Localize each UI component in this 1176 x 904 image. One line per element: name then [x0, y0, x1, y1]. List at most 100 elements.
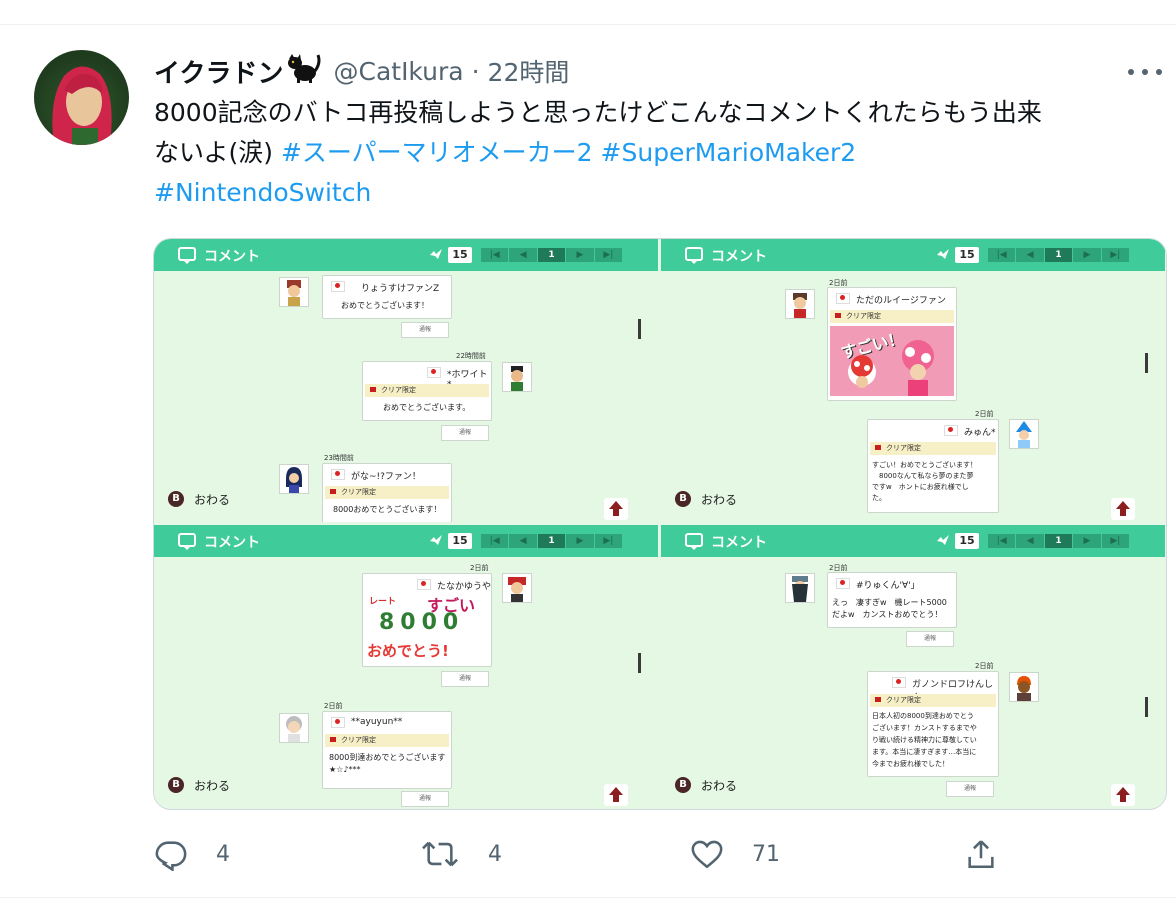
- top-divider: [0, 24, 1176, 25]
- avatar-figure-icon: [52, 66, 112, 145]
- comment-screenshot[interactable]: コメント 15 |◀ ◀ 1 ▶ ▶| 2日前 たなかゆうや レート すごい 8000 …: [154, 525, 658, 808]
- commenter-name: みゅん*: [964, 428, 996, 438]
- hashtag-link[interactable]: #スーパーマリオメーカー2: [281, 138, 593, 167]
- tweet-time[interactable]: 22時間: [488, 53, 570, 89]
- tweet-actions: 4 4 71: [154, 832, 1164, 876]
- commenter-name: #りゅくん'∀'」: [856, 581, 920, 591]
- close-label: おわる: [701, 492, 738, 507]
- pager-first: |◀: [481, 534, 510, 548]
- japan-flag-icon: [944, 425, 958, 436]
- report-button[interactable]: 通報: [441, 671, 489, 687]
- b-button-icon: B: [675, 491, 691, 507]
- close-label: おわる: [194, 778, 231, 793]
- report-button[interactable]: 通報: [401, 791, 449, 807]
- bird-icon: [937, 535, 949, 545]
- b-button-icon: B: [168, 491, 184, 507]
- chat-bubble-icon: [685, 533, 703, 550]
- hashtag-link[interactable]: #NintendoSwitch: [154, 178, 371, 207]
- scrollbar-thumb[interactable]: [1145, 697, 1148, 717]
- reply-button[interactable]: 4: [154, 832, 230, 876]
- comment-card: たなかゆうや レート すごい 8000 おめでとう!: [362, 573, 492, 667]
- commenter-name: りょうすけファンZ: [361, 284, 440, 294]
- more-options-icon[interactable]: [1128, 60, 1162, 84]
- report-button[interactable]: 通報: [906, 631, 954, 647]
- pager-current: 1: [1044, 534, 1074, 548]
- pager-next: ▶: [1073, 534, 1102, 548]
- scroll-up-icon[interactable]: [1111, 784, 1135, 806]
- close-comments-button[interactable]: B おわる: [675, 489, 737, 509]
- comment-header-title: コメント: [204, 535, 260, 551]
- pager-current: 1: [537, 248, 567, 262]
- mii-avatar: [785, 289, 815, 319]
- pager-current: 1: [537, 534, 567, 548]
- scroll-up-icon[interactable]: [1111, 498, 1135, 520]
- japan-flag-icon: [331, 469, 345, 480]
- comment-text: おめでとうございます。: [383, 403, 471, 412]
- close-label: おわる: [701, 778, 738, 793]
- close-comments-button[interactable]: B おわる: [168, 775, 230, 795]
- pager-prev: ◀: [509, 534, 538, 548]
- scroll-up-icon[interactable]: [604, 784, 628, 806]
- mii-avatar: [502, 573, 532, 603]
- tweet-text: 8000記念のバトコ再投稿しようと思ったけどこんなコメントくれたらもう出来 ない…: [154, 93, 1164, 213]
- comment-screenshot[interactable]: コメント 15 |◀ ◀ 1 ▶ ▶| 2日前 #りゅくん'∀'」 えっ 凄すぎw 機レ…: [661, 525, 1165, 808]
- tweet-text-line: 8000記念のバトコ再投稿しようと思ったけどこんなコメントくれたらもう出来: [154, 93, 1164, 133]
- retweet-button[interactable]: 4: [420, 832, 502, 876]
- comment-screenshot[interactable]: コメント 15 |◀ ◀ 1 ▶ ▶| 2日前 ただのルイージファン クリア限定 すごい…: [661, 239, 1165, 522]
- comment-pager: |◀ ◀ 1 ▶ ▶|: [481, 534, 624, 548]
- retweet-count: 4: [488, 841, 502, 867]
- media-grid[interactable]: コメント 15 |◀ ◀ 1 ▶ ▶| りょうすけファンZ おめでとうございます！ 通報…: [153, 238, 1167, 810]
- tweet-text-line: #NintendoSwitch: [154, 173, 1164, 213]
- comment-drawing-image: すごい！: [830, 326, 954, 396]
- bird-icon: [430, 249, 442, 259]
- black-cat-icon: [285, 53, 321, 90]
- tweet-text-plain: 8000記念のバトコ再投稿しようと思ったけどこんなコメントくれたらもう出来: [154, 98, 1042, 127]
- close-comments-button[interactable]: B おわる: [675, 775, 737, 795]
- hashtag-link[interactable]: #SuperMarioMaker2: [601, 138, 857, 167]
- comment-header: コメント 15 |◀ ◀ 1 ▶ ▶|: [661, 525, 1165, 557]
- scrollbar-thumb[interactable]: [638, 653, 641, 673]
- close-comments-button[interactable]: B おわる: [168, 489, 230, 509]
- separator-dot: ·: [471, 56, 480, 86]
- clear-only-tag: クリア限定: [365, 384, 489, 397]
- comment-text: おめでとうございます！: [341, 301, 429, 310]
- japan-flag-icon: [427, 367, 441, 378]
- report-button[interactable]: 通報: [441, 425, 489, 441]
- scroll-up-icon[interactable]: [604, 498, 628, 520]
- display-name[interactable]: イクラドン: [154, 53, 283, 90]
- comment-pager: |◀ ◀ 1 ▶ ▶|: [481, 248, 624, 262]
- user-handle[interactable]: @CatIkura: [333, 57, 463, 86]
- comment-card: りょうすけファンZ おめでとうございます！: [322, 275, 452, 319]
- japan-flag-icon: [892, 677, 906, 688]
- scrollbar-thumb[interactable]: [638, 319, 641, 339]
- clear-only-tag: クリア限定: [870, 694, 996, 707]
- avatar[interactable]: [34, 50, 129, 145]
- report-button[interactable]: 通報: [946, 781, 994, 797]
- more-dot: [1156, 69, 1162, 75]
- pager-last: ▶|: [595, 248, 624, 262]
- retweet-icon: [422, 841, 458, 867]
- drawing-text: おめでとう!: [367, 642, 449, 660]
- comment-count: 15: [448, 247, 472, 263]
- scrollbar-thumb[interactable]: [1145, 353, 1148, 373]
- mii-avatar: [785, 573, 815, 603]
- comment-time: 2日前: [975, 410, 994, 418]
- pager-prev: ◀: [1016, 248, 1045, 262]
- reply-count: 4: [216, 841, 230, 867]
- like-button[interactable]: 71: [690, 832, 780, 876]
- comment-header-title: コメント: [711, 535, 767, 551]
- pager-prev: ◀: [1016, 534, 1045, 548]
- share-button[interactable]: [964, 832, 1026, 876]
- comment-card: ガノンドロフけんしん クリア限定 日本人初の8000到達おめでとう ございます！…: [867, 671, 999, 777]
- tweet-text-plain: ないよ(涙): [154, 138, 281, 167]
- comment-header-title: コメント: [711, 249, 767, 265]
- japan-flag-icon: [417, 579, 431, 590]
- comment-screenshot[interactable]: コメント 15 |◀ ◀ 1 ▶ ▶| りょうすけファンZ おめでとうございます！ 通報…: [154, 239, 658, 522]
- commenter-name: たなかゆうや: [437, 582, 492, 592]
- report-button[interactable]: 通報: [401, 322, 449, 338]
- clear-only-tag: クリア限定: [325, 734, 449, 747]
- comment-time: 23時間前: [324, 454, 354, 462]
- chat-bubble-icon: [685, 247, 703, 264]
- pager-next: ▶: [1073, 248, 1102, 262]
- pager-next: ▶: [566, 534, 595, 548]
